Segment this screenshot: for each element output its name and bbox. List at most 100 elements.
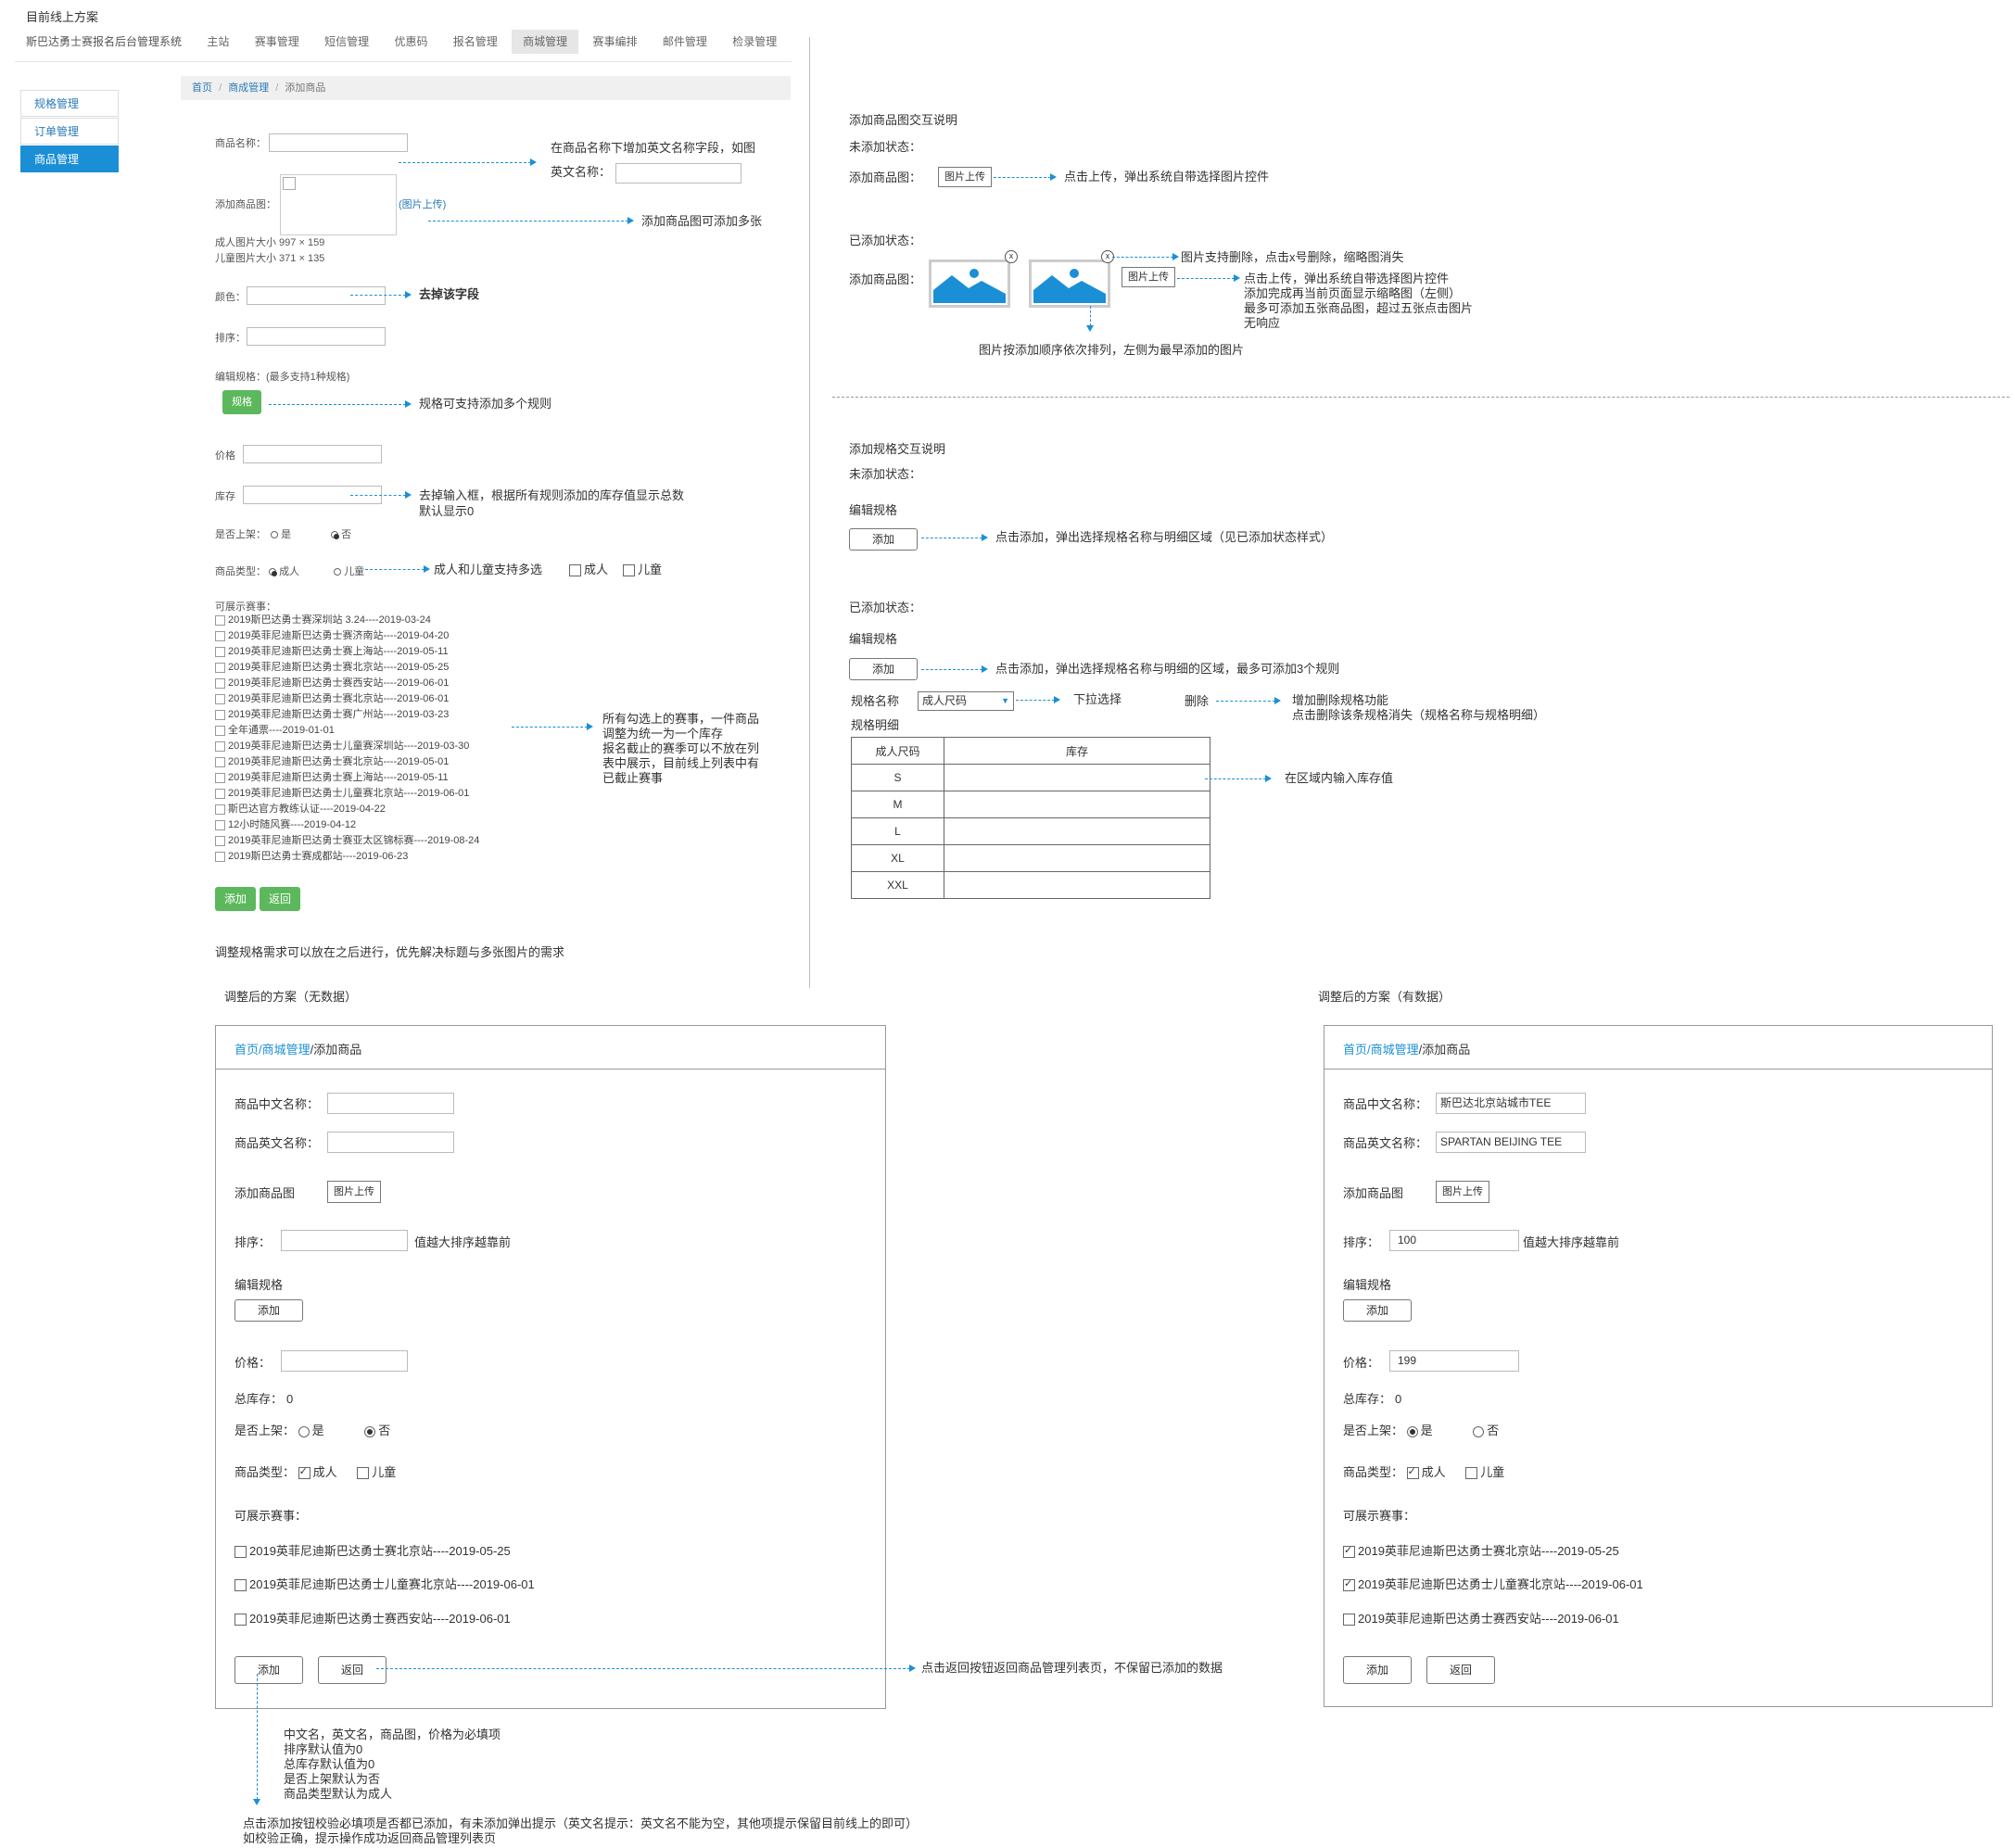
checkbox[interactable]: [215, 630, 225, 641]
spec-add-button[interactable]: 添加: [849, 528, 918, 551]
nav-item-schedule[interactable]: 赛事编排: [582, 30, 649, 54]
en-name-input[interactable]: [615, 163, 741, 184]
checkbox[interactable]: [215, 788, 225, 799]
nav-item-coupon[interactable]: 优惠码: [383, 30, 438, 54]
list-item[interactable]: 2019英菲尼迪斯巴达勇士赛西安站----2019-06-01: [1343, 1609, 1619, 1626]
list-item[interactable]: 2019英菲尼迪斯巴达勇士赛北京站----2019-05-25: [1343, 1541, 1619, 1559]
data-onsale-yes-radio[interactable]: [1406, 1425, 1418, 1437]
nodata-spec-add[interactable]: 添加: [234, 1299, 303, 1322]
sidebar-item-spec[interactable]: 规格管理: [20, 90, 119, 117]
checkbox[interactable]: [215, 677, 225, 689]
checkbox[interactable]: [234, 1546, 247, 1559]
nav-item-mail[interactable]: 邮件管理: [652, 30, 718, 54]
breadcrumb-home[interactable]: 首页: [192, 82, 212, 94]
data-upload-button[interactable]: 图片上传: [1436, 1181, 1489, 1203]
old-price-input[interactable]: [243, 445, 382, 463]
list-item[interactable]: 2019英菲尼迪斯巴达勇士赛亚太区锦标赛----2019-08-24: [215, 833, 479, 849]
list-item[interactable]: 2019英菲尼迪斯巴达勇士赛西安站----2019-06-01: [215, 676, 479, 691]
nodata-onsale-no-radio[interactable]: [364, 1425, 376, 1437]
data-cn-input[interactable]: 斯巴达北京站城市TEE: [1436, 1093, 1586, 1114]
data-sort-input[interactable]: 100: [1389, 1230, 1519, 1251]
stock-cell[interactable]: [944, 844, 1210, 872]
checkbox[interactable]: [215, 693, 225, 704]
checkbox[interactable]: [1343, 1577, 1355, 1592]
breadcrumb-section[interactable]: 商成管理: [228, 82, 269, 94]
checkbox[interactable]: [215, 725, 225, 736]
spec-add-button-2[interactable]: 添加: [849, 658, 918, 680]
nodata-cn-input[interactable]: [327, 1093, 454, 1114]
list-item[interactable]: 2019英菲尼迪斯巴达勇士儿童赛北京站----2019-06-01: [215, 786, 479, 802]
old-back-button[interactable]: 返回: [260, 887, 300, 911]
list-item[interactable]: 2019英菲尼迪斯巴达勇士赛北京站----2019-06-01: [215, 691, 479, 707]
thumbnail-2[interactable]: [1029, 259, 1110, 308]
old-sort-input[interactable]: [247, 327, 386, 346]
stock-cell[interactable]: [944, 764, 1210, 791]
nodata-sort-input[interactable]: [281, 1230, 408, 1251]
spec-delete-link[interactable]: 删除: [1185, 694, 1209, 709]
nav-item-sms[interactable]: 短信管理: [313, 30, 380, 54]
checkbox[interactable]: [215, 740, 225, 752]
data-onsale-no-radio[interactable]: [1473, 1425, 1485, 1437]
list-item[interactable]: 2019斯巴达勇士赛成都站----2019-06-23: [215, 849, 479, 865]
checkbox[interactable]: [234, 1579, 247, 1592]
checkbox[interactable]: [215, 646, 225, 657]
data-back-button[interactable]: 返回: [1426, 1656, 1495, 1684]
list-item[interactable]: 2019英菲尼迪斯巴达勇士赛北京站----2019-05-01: [215, 754, 479, 770]
data-spec-add[interactable]: 添加: [1343, 1299, 1412, 1322]
checkbox[interactable]: [234, 1614, 247, 1626]
checkbox[interactable]: [215, 851, 225, 862]
data-type-adult-checkbox[interactable]: [1406, 1465, 1419, 1480]
old-spec-button[interactable]: 规格: [222, 390, 261, 414]
nodata-en-input[interactable]: [327, 1132, 454, 1153]
checkbox[interactable]: [215, 614, 225, 626]
nav-item-main[interactable]: 主站: [196, 30, 240, 54]
spec-name-select[interactable]: 成人尺码 ▼: [918, 691, 1014, 711]
list-item[interactable]: 2019英菲尼迪斯巴达勇士赛西安站----2019-06-01: [234, 1609, 511, 1626]
list-item[interactable]: 2019英菲尼迪斯巴达勇士赛上海站----2019-05-11: [215, 770, 479, 786]
checkbox[interactable]: [215, 835, 225, 846]
old-type-child-radio[interactable]: [334, 568, 342, 576]
list-item[interactable]: 2019英菲尼迪斯巴达勇士儿童赛北京站----2019-06-01: [234, 1575, 535, 1592]
data-bc-section[interactable]: 商城管理: [1371, 1043, 1419, 1057]
nodata-upload-button[interactable]: 图片上传: [327, 1181, 381, 1203]
old-onsale-no-radio[interactable]: [331, 531, 340, 540]
list-item[interactable]: 2019英菲尼迪斯巴达勇士赛济南站----2019-04-20: [215, 628, 479, 644]
checkbox[interactable]: [215, 804, 225, 815]
nodata-bc-section[interactable]: 商城管理: [262, 1043, 310, 1057]
old-add-button[interactable]: 添加: [215, 887, 256, 911]
checkbox[interactable]: [623, 564, 635, 577]
data-add-button[interactable]: 添加: [1343, 1656, 1412, 1684]
stock-cell[interactable]: [944, 791, 1210, 818]
stock-cell[interactable]: [944, 871, 1210, 899]
nodata-onsale-yes-radio[interactable]: [298, 1425, 310, 1437]
old-color-input[interactable]: [247, 286, 386, 305]
old-upload-link-text[interactable]: (图片上传): [399, 199, 446, 210]
nav-item-events[interactable]: 赛事管理: [244, 30, 310, 54]
data-price-input[interactable]: 199: [1389, 1350, 1519, 1372]
checkbox[interactable]: [215, 819, 225, 830]
nav-brand[interactable]: 斯巴达勇士赛报名后台管理系统: [15, 30, 193, 54]
nodata-bc-home[interactable]: 首页: [234, 1043, 259, 1057]
list-item[interactable]: 2019英菲尼迪斯巴达勇士儿童赛北京站----2019-06-01: [1343, 1575, 1643, 1592]
list-item[interactable]: 2019英菲尼迪斯巴达勇士赛上海站----2019-05-11: [215, 644, 479, 660]
nodata-type-adult-checkbox[interactable]: [298, 1465, 310, 1480]
checkbox[interactable]: [569, 564, 581, 577]
data-type-child-checkbox[interactable]: [1465, 1467, 1478, 1480]
nodata-back-button[interactable]: 返回: [318, 1656, 387, 1684]
nav-item-signup[interactable]: 报名管理: [442, 30, 509, 54]
checkbox[interactable]: [215, 756, 225, 767]
nodata-price-input[interactable]: [281, 1350, 408, 1372]
nodata-add-button[interactable]: 添加: [234, 1656, 303, 1684]
checkbox[interactable]: [1343, 1544, 1355, 1559]
checkbox[interactable]: [215, 709, 225, 720]
thumbnail-1[interactable]: [929, 259, 1010, 308]
list-item[interactable]: 2019英菲尼迪斯巴达勇士赛北京站----2019-05-25: [215, 660, 479, 676]
list-item[interactable]: 2019斯巴达勇士赛深圳站 3.24----2019-03-24: [215, 613, 479, 628]
sidebar-item-products[interactable]: 商品管理: [20, 146, 119, 172]
old-type-adult-radio[interactable]: [269, 568, 278, 577]
nav-item-checkin[interactable]: 检录管理: [721, 30, 788, 54]
old-name-input[interactable]: [269, 133, 408, 152]
sidebar-item-orders[interactable]: 订单管理: [20, 118, 119, 145]
stock-cell[interactable]: [944, 817, 1210, 845]
image-upload-button-2[interactable]: 图片上传: [1122, 267, 1175, 287]
